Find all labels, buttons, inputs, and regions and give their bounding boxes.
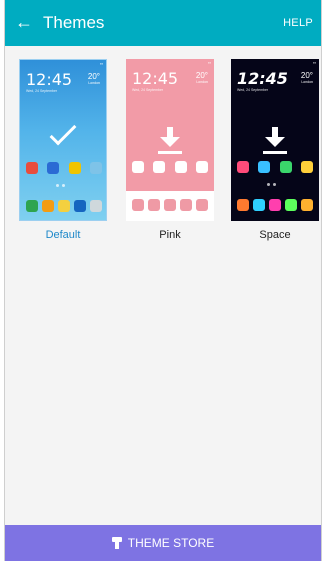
arrow-left-icon[interactable]: ←	[13, 11, 35, 33]
app-icon	[300, 161, 313, 173]
theme-card-default[interactable]: ▪▪ 12:45 Wed, 24 September 20° London De…	[19, 59, 107, 241]
preview-weather: 20° London	[88, 72, 100, 85]
app-bar: ← Themes HELP	[5, 0, 321, 46]
app-icon	[26, 162, 38, 174]
internet-icon	[285, 199, 297, 211]
theme-store-button[interactable]: THEME STORE	[5, 525, 321, 561]
theme-card-space[interactable]: ▪▪ 12:45 Wed, 24 September 20° London Sp…	[231, 59, 319, 241]
status-bar: ▪▪	[313, 60, 316, 65]
contacts-icon	[253, 199, 265, 211]
preview-date: Wed, 24 September	[132, 88, 164, 92]
preview-date: Wed, 24 September	[26, 89, 58, 93]
page-dots	[56, 184, 65, 187]
theme-name-pink[interactable]: Pink	[126, 229, 214, 241]
app-icon	[68, 162, 81, 174]
theme-store-label: THEME STORE	[127, 536, 215, 550]
status-bar: ▪▪	[208, 60, 211, 65]
app-icon	[279, 161, 292, 173]
internet-icon	[180, 199, 192, 211]
phone-icon	[132, 199, 144, 211]
app-icon	[174, 161, 187, 173]
contacts-icon	[42, 200, 54, 212]
preview-app-row	[26, 162, 102, 174]
preview-date: Wed, 24 September	[237, 88, 269, 92]
app-icon	[237, 161, 249, 173]
internet-icon	[74, 200, 86, 212]
preview-clock: 12:45	[237, 69, 288, 88]
status-bar: ▪▪	[100, 61, 103, 66]
theme-name-default[interactable]: Default	[19, 229, 107, 241]
download-icon[interactable]	[263, 127, 287, 155]
screen: ← Themes HELP ▪▪ 12:45 Wed, 24 September…	[4, 0, 322, 561]
preview-dock	[237, 199, 313, 211]
messages-icon	[269, 199, 281, 211]
phone-icon	[237, 199, 249, 211]
check-icon	[49, 118, 77, 146]
app-icon	[195, 161, 208, 173]
apps-icon	[90, 200, 102, 212]
preview-clock: 12:45	[132, 69, 179, 88]
preview-weather: 20° London	[301, 71, 313, 84]
preview-clock: 12:45	[26, 70, 73, 89]
preview-weather: 20° London	[196, 71, 208, 84]
preview-dock	[26, 200, 102, 212]
apps-icon	[301, 199, 313, 211]
preview-location: London	[301, 80, 313, 84]
messages-icon	[58, 200, 70, 212]
theme-name-space[interactable]: Space	[231, 229, 319, 241]
paint-brush-icon	[111, 537, 122, 549]
app-icon	[153, 161, 166, 173]
preview-app-row	[237, 161, 313, 173]
page-dots	[267, 183, 276, 186]
theme-preview-default[interactable]: ▪▪ 12:45 Wed, 24 September 20° London	[19, 59, 107, 221]
app-icon	[47, 162, 60, 174]
preview-temp: 20°	[87, 72, 100, 81]
theme-preview-pink[interactable]: ▪▪ 12:45 Wed, 24 September 20° London	[126, 59, 214, 221]
apps-icon	[196, 199, 208, 211]
download-icon[interactable]	[158, 127, 182, 155]
app-icon	[132, 161, 144, 173]
preview-temp: 20°	[195, 71, 208, 80]
preview-temp: 20°	[300, 71, 313, 80]
preview-app-row	[132, 161, 208, 173]
theme-card-pink[interactable]: ▪▪ 12:45 Wed, 24 September 20° London Pi…	[126, 59, 214, 241]
app-icon	[258, 161, 271, 173]
preview-location: London	[196, 80, 208, 84]
help-button[interactable]: HELP	[283, 17, 313, 29]
theme-list: ▪▪ 12:45 Wed, 24 September 20° London De…	[19, 59, 319, 249]
preview-location: London	[88, 81, 100, 85]
page-title: Themes	[43, 13, 105, 32]
contacts-icon	[148, 199, 160, 211]
preview-dock	[132, 199, 208, 211]
app-icon	[89, 162, 102, 174]
phone-icon	[26, 200, 38, 212]
theme-preview-space[interactable]: ▪▪ 12:45 Wed, 24 September 20° London	[231, 59, 319, 221]
messages-icon	[164, 199, 176, 211]
